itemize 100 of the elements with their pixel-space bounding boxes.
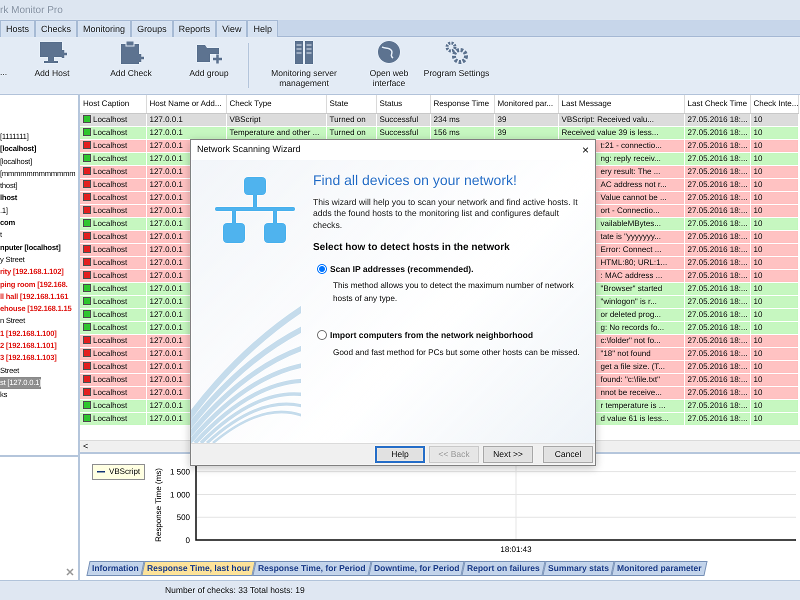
dialog-heading: Find all devices on your network!	[313, 172, 518, 189]
host-caption: Localhost	[93, 180, 128, 188]
table-cell: 27.05.2016 18:...	[684, 139, 750, 152]
table-cell: 10	[750, 308, 798, 321]
column-header[interactable]: Response Time	[430, 95, 494, 113]
host-caption: Localhost	[93, 114, 128, 124]
table-cell: 10	[750, 282, 798, 295]
table-cell: Received value 39 is less...	[558, 126, 684, 139]
menu-tab[interactable]: Reports	[172, 20, 216, 37]
chart-tab[interactable]: Response Time, for Period	[252, 561, 372, 576]
table-cell: 27.05.2016 18:...	[684, 412, 750, 425]
close-icon	[66, 568, 74, 576]
section-heading: Select how to detect hosts in the network	[313, 240, 511, 255]
ribbon-button[interactable]: Monitoring server management	[249, 37, 359, 94]
table-cell: Successful	[376, 113, 430, 126]
table-cell: VBScript: Received valu...	[558, 113, 684, 126]
table-cell: 10	[750, 178, 798, 191]
ribbon-button[interactable]: Open web interface	[359, 37, 419, 94]
table-cell: 234 ms	[430, 113, 494, 126]
table-cell: 27.05.2016 18:...	[684, 269, 750, 282]
radio-button[interactable]	[317, 330, 327, 340]
column-header[interactable]: Last Message	[558, 95, 684, 113]
dialog-button[interactable]: Next >>	[483, 446, 533, 463]
column-header[interactable]: Last Check Time	[684, 95, 750, 113]
table-cell: 27.05.2016 18:...	[684, 191, 750, 204]
table-cell: 10	[750, 139, 798, 152]
menu-tab[interactable]: Hosts	[0, 20, 36, 37]
menu-tab[interactable]: Groups	[131, 20, 173, 37]
dialog-button[interactable]: Cancel	[543, 446, 593, 463]
table-cell: 10	[750, 204, 798, 217]
window-title: rk Monitor Pro	[0, 5, 63, 16]
radio-label[interactable]: Scan IP addresses (recommended).	[330, 262, 474, 276]
ribbon-button[interactable]: Add Check	[92, 37, 170, 94]
x-tick-label: 18:01:43	[500, 545, 532, 554]
table-cell: VBScript	[226, 113, 326, 126]
host-caption: Localhost	[93, 270, 128, 280]
host-caption: Localhost	[93, 322, 128, 332]
table-cell: 39	[494, 126, 558, 139]
table-cell: 27.05.2016 18:...	[684, 386, 750, 399]
chart-tab[interactable]: Downtime, for Period	[368, 561, 465, 576]
table-cell: 27.05.2016 18:...	[684, 282, 750, 295]
column-header[interactable]: Check Inte...	[750, 95, 798, 113]
column-header[interactable]: Host Name or Add...	[146, 95, 226, 113]
y-tick-label: 500	[176, 513, 190, 522]
column-header[interactable]: Check Type	[226, 95, 326, 113]
column-header[interactable]: Host Caption	[80, 95, 146, 113]
ribbon-button[interactable]: Add Host	[12, 37, 92, 94]
host-caption: Localhost	[93, 258, 128, 266]
ribbon-button[interactable]: Program Settings	[419, 37, 494, 94]
table-cell: 10	[750, 295, 798, 308]
table-cell: 127.0.0.1	[146, 126, 226, 139]
table-cell: 10	[750, 113, 798, 126]
button-label: ...	[0, 68, 8, 78]
table-cell: 10	[750, 152, 798, 165]
column-header[interactable]: Status	[376, 95, 430, 113]
table-cell: Temperature and other ...	[226, 126, 326, 139]
table-cell: 156 ms	[430, 126, 494, 139]
table-cell: 10	[750, 347, 798, 360]
chart-tab[interactable]: Summary stats	[542, 561, 614, 576]
table-cell: 10	[750, 165, 798, 178]
chart-legend: VBScript	[92, 464, 146, 480]
menu-tab[interactable]: Checks	[35, 20, 78, 37]
radio-button[interactable]	[317, 264, 327, 274]
host-caption: Localhost	[93, 362, 128, 370]
menu-tab[interactable]: Help	[247, 20, 278, 37]
chart-tab[interactable]: Report on failures	[462, 561, 546, 576]
host-caption: Localhost	[93, 154, 128, 162]
host-caption: Localhost	[93, 166, 128, 176]
chart-tab[interactable]: Monitored parameter	[611, 561, 707, 576]
host-caption: Localhost	[93, 140, 128, 150]
y-axis-label: Response Time (ms)	[154, 468, 163, 542]
column-header[interactable]: Monitored par...	[494, 95, 558, 113]
ribbon-button[interactable]: Add group	[170, 37, 248, 94]
table-cell: 27.05.2016 18:...	[684, 204, 750, 217]
scroll-left-arrow[interactable]: <	[83, 441, 88, 451]
menu-tab[interactable]: View	[216, 20, 248, 37]
host-caption: Localhost	[93, 284, 128, 292]
table-cell: 127.0.0.1	[146, 113, 226, 126]
chart-tab[interactable]: Information	[86, 561, 144, 576]
y-tick-label: 1 500	[170, 468, 190, 477]
menu-tab[interactable]: Monitoring	[77, 20, 132, 37]
host-caption: Localhost	[93, 218, 128, 228]
dialog-button[interactable]: Help	[375, 446, 425, 463]
table-cell: 27.05.2016 18:...	[684, 113, 750, 126]
table-cell: 10	[750, 321, 798, 334]
host-caption: Localhost	[93, 348, 128, 358]
host-caption: Localhost	[93, 128, 128, 136]
host-caption: Localhost	[93, 336, 128, 344]
table-cell: 27.05.2016 18:...	[684, 152, 750, 165]
table-cell: 27.05.2016 18:...	[684, 347, 750, 360]
table-cell: Turned on	[326, 113, 376, 126]
table-cell: 27.05.2016 18:...	[684, 321, 750, 334]
host-caption: Localhost	[93, 310, 128, 318]
host-caption: Localhost	[93, 232, 128, 240]
chart-tab[interactable]: Response Time, last hour	[141, 561, 256, 576]
table-cell: 10	[750, 399, 798, 412]
radio-label[interactable]: Import computers from the network neighborhood	[330, 328, 534, 342]
table-cell: 10	[750, 230, 798, 243]
column-header[interactable]: State	[326, 95, 376, 113]
table-cell: 27.05.2016 18:...	[684, 399, 750, 412]
